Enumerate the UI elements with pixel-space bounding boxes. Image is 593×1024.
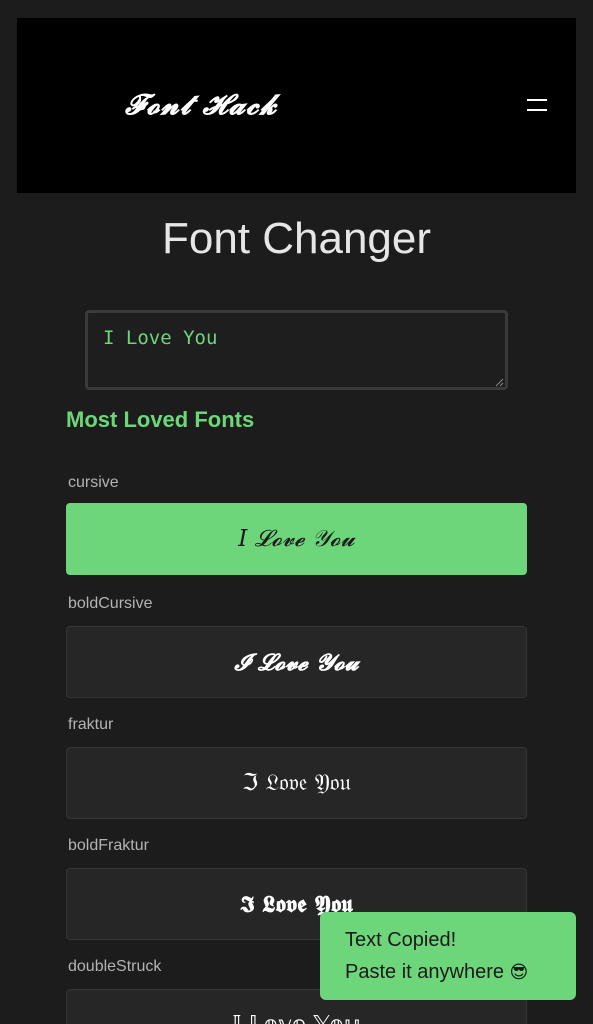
font-label-double-struck: doubleStruck	[68, 958, 162, 975]
menu-line	[527, 99, 547, 101]
menu-line	[527, 109, 547, 111]
page: 𝓕𝓸𝓷𝓽 𝓗𝓪𝓬𝓴 Font Changer I Love You Most L…	[0, 0, 593, 1024]
font-label-bold-fraktur: boldFraktur	[68, 837, 149, 854]
copied-toast: Text Copied! Paste it anywhere 😎	[320, 912, 576, 1000]
font-card-bold-cursive[interactable]: 𝓘 𝓛𝓸𝓿𝓮 𝓨𝓸𝓾	[66, 626, 527, 698]
font-preview: 𝕀 𝕃𝕠𝕧𝕖 𝕐𝕠𝕦	[232, 1012, 360, 1024]
resize-grip-icon[interactable]	[494, 377, 504, 387]
text-input[interactable]: I Love You	[85, 310, 508, 390]
site-header: 𝓕𝓸𝓷𝓽 𝓗𝓪𝓬𝓴	[17, 18, 576, 193]
sunglasses-emoji-icon: 😎	[509, 962, 529, 983]
page-title: Font Changer	[161, 214, 432, 263]
font-preview: 𝐼 𝓛𝓸𝓿𝓮 𝒴𝓸𝓾	[238, 526, 355, 552]
toast-message-text: Paste it anywhere	[345, 961, 504, 983]
toast-message: Paste it anywhere 😎	[345, 956, 576, 989]
font-card-cursive[interactable]: 𝐼 𝓛𝓸𝓿𝓮 𝒴𝓸𝓾	[66, 503, 527, 575]
font-label-bold-cursive: boldCursive	[68, 595, 153, 612]
font-preview: 𝓘 𝓛𝓸𝓿𝓮 𝓨𝓸𝓾	[234, 648, 359, 676]
font-card-fraktur[interactable]: ℑ 𝔏𝔬𝔳𝔢 𝔜𝔬𝔲	[66, 747, 527, 819]
toast-title: Text Copied!	[345, 929, 457, 951]
section-title: Most Loved Fonts	[66, 407, 255, 432]
site-logo[interactable]: 𝓕𝓸𝓷𝓽 𝓗𝓪𝓬𝓴	[125, 88, 277, 122]
font-label-fraktur: fraktur	[68, 716, 114, 733]
hamburger-icon[interactable]	[521, 92, 553, 120]
font-preview: ℑ 𝔏𝔬𝔳𝔢 𝔜𝔬𝔲	[242, 770, 351, 796]
font-label-cursive: cursive	[68, 474, 119, 491]
